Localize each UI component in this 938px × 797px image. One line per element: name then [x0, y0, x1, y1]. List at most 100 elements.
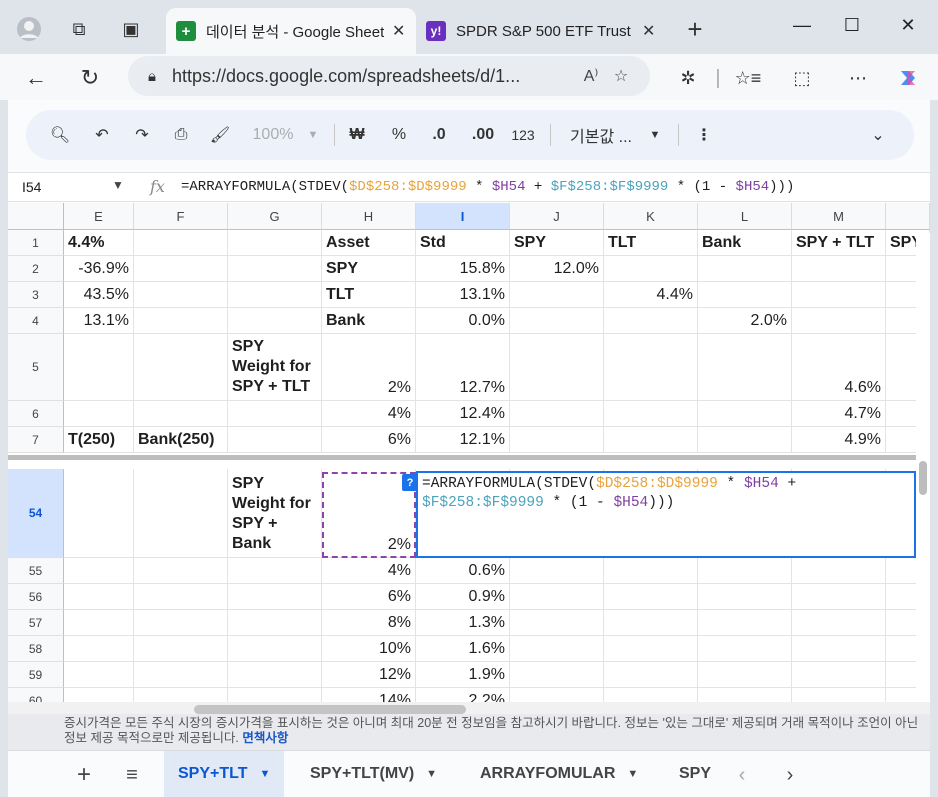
grid-cell[interactable] — [510, 334, 604, 401]
grid-cell[interactable]: 10% — [322, 636, 416, 662]
grid-cell[interactable]: 4.7% — [792, 401, 886, 427]
browser-tab-sheets[interactable]: + 데이터 분석 - Google Sheets ✕ — [166, 8, 416, 54]
copilot-icon[interactable] — [894, 64, 922, 92]
grid-cell[interactable] — [604, 558, 698, 584]
undo-icon[interactable]: ↶ — [90, 122, 114, 148]
grid-cell[interactable]: 0.9% — [416, 584, 510, 610]
frozen-rows-divider[interactable] — [8, 455, 930, 460]
grid-cell[interactable] — [792, 256, 886, 282]
sheet-tab-caret-icon[interactable]: ▼ — [627, 768, 638, 780]
grid-cell[interactable]: 4.4% — [64, 230, 134, 256]
new-tab-icon[interactable]: + — [680, 14, 710, 44]
tab-actions-icon[interactable]: ▣ — [116, 14, 146, 44]
percent-format-button[interactable]: % — [388, 122, 410, 148]
add-sheet-icon[interactable]: + — [70, 761, 98, 788]
row-header[interactable]: 2 — [8, 256, 64, 282]
grid-cell[interactable]: Bank(250) — [134, 427, 228, 453]
row-header[interactable]: 56 — [8, 584, 64, 610]
grid-cell[interactable] — [510, 427, 604, 453]
row-header[interactable]: 7 — [8, 427, 64, 453]
grid-cell[interactable] — [510, 308, 604, 334]
row-header[interactable]: 1 — [8, 230, 64, 256]
grid-cell[interactable]: TLT — [604, 230, 698, 256]
grid-cell[interactable] — [228, 230, 322, 256]
grid-cell[interactable] — [228, 610, 322, 636]
grid-cell[interactable]: T(250) — [64, 427, 134, 453]
grid-cell[interactable]: 8% — [322, 610, 416, 636]
grid-cell[interactable] — [604, 308, 698, 334]
horizontal-scroll-thumb[interactable] — [194, 705, 466, 714]
grid-cell[interactable]: 1.6% — [416, 636, 510, 662]
grid-cell[interactable] — [510, 282, 604, 308]
grid-cell[interactable]: SPY Weight for SPY + TLT — [228, 334, 322, 401]
grid-cell[interactable] — [698, 282, 792, 308]
grid-cell[interactable]: SPY — [510, 230, 604, 256]
grid-cell[interactable] — [64, 636, 134, 662]
sheet-tab-caret-icon[interactable]: ▼ — [426, 768, 437, 780]
grid-cell[interactable]: 0.0% — [416, 308, 510, 334]
grid-cell[interactable] — [698, 427, 792, 453]
refresh-icon[interactable]: ↻ — [74, 62, 106, 94]
grid-cell[interactable]: 2.0% — [698, 308, 792, 334]
grid-cell[interactable]: 4% — [322, 558, 416, 584]
grid-cell[interactable]: Asset — [322, 230, 416, 256]
sheet-tab-spy[interactable]: SPY — [664, 751, 712, 797]
grid-cell[interactable] — [698, 662, 792, 688]
url-field[interactable]: 🔒︎ https://docs.google.com/spreadsheets/… — [128, 56, 650, 96]
grid-cell[interactable] — [510, 558, 604, 584]
grid-cell[interactable]: -36.9% — [64, 256, 134, 282]
spreadsheet-grid[interactable]: EFGHIJKLM 1 4.4% Asset Std SPY TLT Bank SPY + T… — [8, 203, 930, 713]
row-header[interactable]: 57 — [8, 610, 64, 636]
grid-cell[interactable] — [792, 584, 886, 610]
grid-cell[interactable] — [510, 584, 604, 610]
sheet-tab-arrayfomular[interactable]: ARRAYFOMULAR ▼ — [466, 751, 652, 797]
screenshot-icon[interactable]: ⬚ — [788, 64, 816, 92]
extensions-icon[interactable]: ✲ — [674, 64, 702, 92]
grid-cell[interactable] — [604, 610, 698, 636]
increase-decimal-button[interactable]: .00 — [468, 122, 498, 148]
grid-cell[interactable] — [604, 427, 698, 453]
scroll-tabs-right-icon[interactable]: › — [776, 763, 804, 787]
redo-icon[interactable]: ↷ — [130, 122, 154, 148]
number-format-button[interactable]: 123 — [508, 122, 538, 148]
read-aloud-icon[interactable]: A⁾ — [576, 66, 606, 86]
name-box[interactable]: I54 — [22, 179, 41, 195]
grid-cell[interactable] — [604, 584, 698, 610]
grid-cell[interactable] — [792, 308, 886, 334]
grid-cell[interactable] — [64, 584, 134, 610]
favorite-star-icon[interactable]: ☆ — [606, 66, 636, 86]
grid-cell[interactable]: 6% — [322, 427, 416, 453]
grid-cell[interactable] — [698, 584, 792, 610]
maximize-icon[interactable]: ☐ — [832, 10, 872, 40]
column-header[interactable]: H — [322, 203, 416, 230]
grid-cell[interactable] — [64, 469, 134, 558]
row-header[interactable]: 4 — [8, 308, 64, 334]
font-family-select[interactable]: 기본값 ... — [566, 122, 636, 148]
grid-cell[interactable] — [228, 558, 322, 584]
grid-cell[interactable] — [228, 584, 322, 610]
grid-cell[interactable]: Std — [416, 230, 510, 256]
column-header[interactable]: K — [604, 203, 698, 230]
grid-cell[interactable] — [228, 256, 322, 282]
grid-cell[interactable] — [792, 662, 886, 688]
grid-cell[interactable]: 12.1% — [416, 427, 510, 453]
grid-cell[interactable] — [604, 401, 698, 427]
browser-tab-yahoo[interactable]: y! SPDR S&P 500 ETF Trust (SPY) ✕ — [416, 8, 666, 54]
all-sheets-icon[interactable]: ≡ — [118, 763, 146, 787]
grid-cell[interactable] — [604, 636, 698, 662]
grid-cell[interactable] — [604, 662, 698, 688]
grid-cell[interactable] — [134, 584, 228, 610]
grid-cell[interactable] — [134, 401, 228, 427]
column-header[interactable]: M — [792, 203, 886, 230]
zoom-select[interactable]: 100% — [248, 122, 298, 148]
row-header[interactable]: 54 — [8, 469, 64, 558]
column-header[interactable] — [886, 203, 930, 230]
grid-cell[interactable]: 0.6% — [416, 558, 510, 584]
grid-cell[interactable]: 12.4% — [416, 401, 510, 427]
grid-cell[interactable]: 4.6% — [792, 334, 886, 401]
grid-cell[interactable] — [64, 610, 134, 636]
grid-cell[interactable] — [64, 662, 134, 688]
grid-cell[interactable]: 12% — [322, 662, 416, 688]
grid-cell[interactable]: 12.0% — [510, 256, 604, 282]
grid-cell[interactable] — [134, 282, 228, 308]
